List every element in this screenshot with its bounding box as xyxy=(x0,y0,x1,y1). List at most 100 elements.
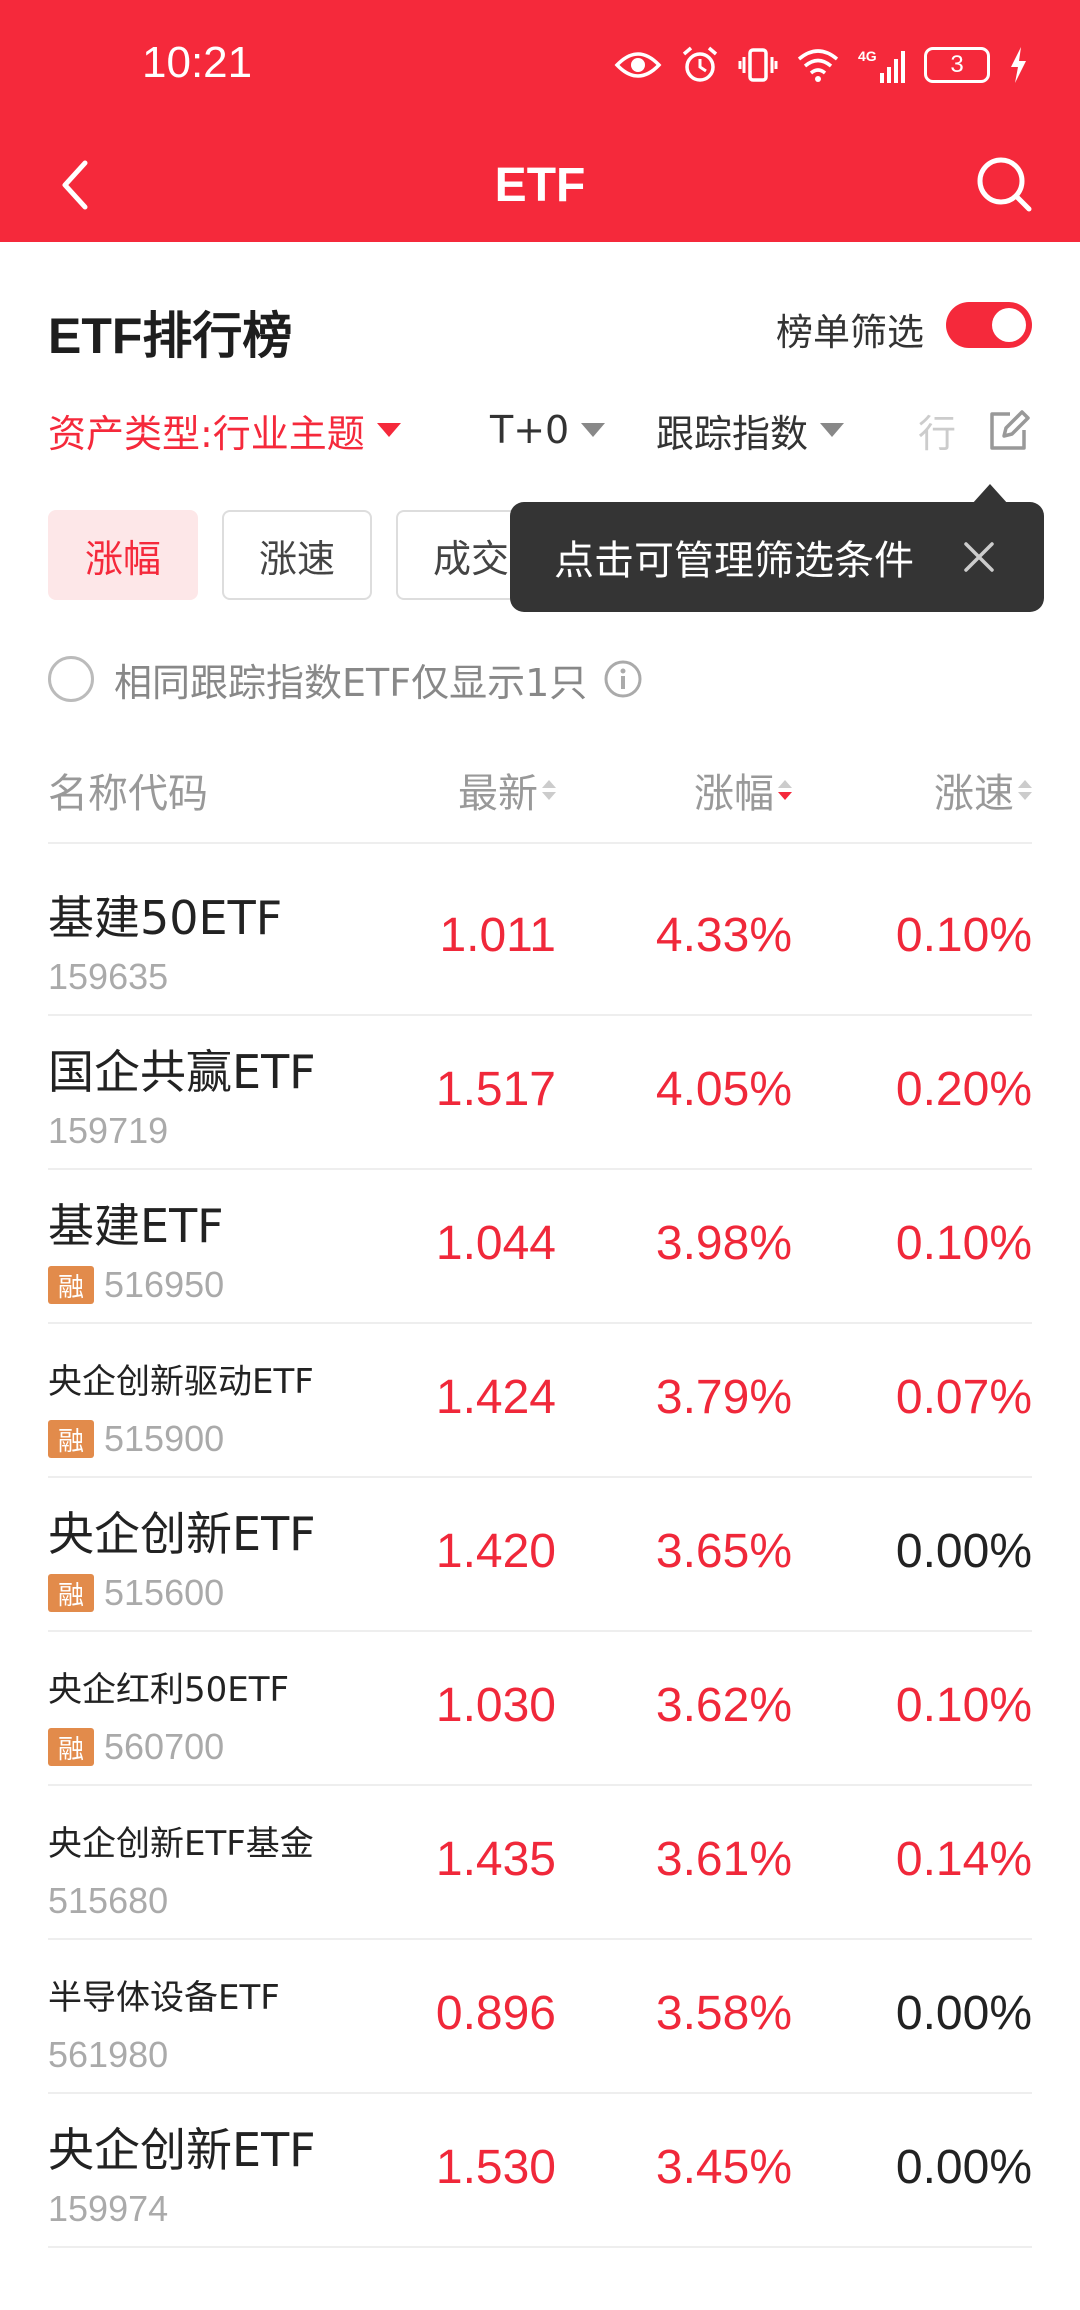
table-row[interactable]: 基建50ETF 159635 1.011 4.33% 0.10% xyxy=(48,862,1032,1016)
etf-name: 基建50ETF xyxy=(48,891,283,945)
sort-indicator-icon xyxy=(542,780,556,800)
table-row[interactable]: 央企创新ETF基金 515680 1.435 3.61% 0.14% xyxy=(48,1786,1032,1940)
etf-change: 3.45% xyxy=(655,2141,792,2194)
etf-speed: 0.20% xyxy=(895,1063,1032,1116)
etf-speed: 0.00% xyxy=(895,2141,1032,2194)
etf-price: 1.435 xyxy=(435,1833,556,1886)
filter-industry-label: 行 xyxy=(918,411,957,456)
etf-price: 0.896 xyxy=(435,1987,556,2040)
etf-code: 515600 xyxy=(104,1572,225,1613)
etf-code: 560700 xyxy=(104,1726,225,1767)
nav-bar: ETF xyxy=(0,130,1080,242)
etf-code-line: 159635 xyxy=(48,956,168,998)
search-button[interactable] xyxy=(966,146,1042,222)
filter-t0-label: T+0 xyxy=(490,408,570,452)
status-icons: 4G 3 xyxy=(614,40,1028,90)
etf-code: 561980 xyxy=(48,2034,169,2075)
etf-speed: 0.07% xyxy=(895,1371,1032,1424)
battery-icon: 3 xyxy=(924,47,990,83)
ranking-title: ETF排行榜 xyxy=(48,308,293,364)
alarm-icon xyxy=(680,45,720,85)
filter-industry[interactable]: 行 xyxy=(918,400,956,460)
etf-name: 央企创新ETF xyxy=(48,1507,316,1561)
wifi-icon xyxy=(796,47,840,83)
close-icon xyxy=(964,542,994,572)
etf-speed: 0.14% xyxy=(895,1833,1032,1886)
etf-code-line: 融 515600 xyxy=(48,1572,224,1614)
etf-speed: 0.10% xyxy=(895,1217,1032,1270)
chip-change[interactable]: 涨幅 xyxy=(48,510,198,600)
edit-filters-button[interactable] xyxy=(984,408,1032,456)
table-row[interactable]: 央企创新ETF 融 515600 1.420 3.65% 0.00% xyxy=(48,1478,1032,1632)
etf-price: 1.420 xyxy=(435,1525,556,1578)
page-title: ETF xyxy=(494,159,586,212)
search-icon xyxy=(977,157,1032,212)
etf-code-line: 159974 xyxy=(48,2188,168,2230)
etf-code: 515900 xyxy=(104,1418,225,1459)
margin-badge: 融 xyxy=(48,1728,94,1766)
etf-code: 159635 xyxy=(48,956,169,997)
charging-icon xyxy=(1008,45,1028,85)
table-row[interactable]: 央企创新驱动ETF 融 515900 1.424 3.79% 0.07% xyxy=(48,1324,1032,1478)
etf-price: 1.517 xyxy=(435,1063,556,1116)
etf-speed: 0.00% xyxy=(895,1525,1032,1578)
caret-down-icon xyxy=(376,423,401,437)
etf-change: 4.05% xyxy=(655,1063,792,1116)
etf-code-line: 159719 xyxy=(48,1110,168,1152)
etf-speed: 0.10% xyxy=(895,909,1032,962)
header-price[interactable]: 最新 xyxy=(458,760,556,820)
etf-name: 央企红利50ETF xyxy=(48,1670,290,1710)
tooltip-arrow xyxy=(972,484,1008,504)
table-row[interactable]: 国企共赢ETF 159719 1.517 4.05% 0.20% xyxy=(48,1016,1032,1170)
info-icon[interactable] xyxy=(603,659,643,699)
filter-asset-type-label: 资产类型:行业主题 xyxy=(48,411,365,456)
table-row[interactable]: 央企创新ETF 159974 1.530 3.45% 0.00% xyxy=(48,2094,1032,2248)
etf-speed: 0.00% xyxy=(895,1987,1032,2040)
margin-badge: 融 xyxy=(48,1420,94,1458)
sort-desc-icon xyxy=(778,780,792,800)
dedup-radio[interactable] xyxy=(48,656,94,702)
header-divider xyxy=(48,842,1032,844)
caret-down-icon xyxy=(581,423,606,437)
etf-code: 159719 xyxy=(48,1110,169,1151)
header-name: 名称代码 xyxy=(48,760,208,820)
status-bar: 10:21 4G 3 xyxy=(0,0,1080,130)
margin-badge: 融 xyxy=(48,1266,94,1304)
etf-change: 3.98% xyxy=(655,1217,792,1270)
sort-indicator-icon xyxy=(1018,780,1032,800)
etf-name: 央企创新ETF xyxy=(48,2123,316,2177)
header-change[interactable]: 涨幅 xyxy=(694,760,792,820)
etf-code: 159974 xyxy=(48,2188,169,2229)
dedup-option[interactable]: 相同跟踪指数ETF仅显示1只 xyxy=(48,654,643,705)
header-price-label: 最新 xyxy=(458,771,538,817)
etf-code-line: 561980 xyxy=(48,2034,168,2076)
filter-manage-tooltip: 点击可管理筛选条件 xyxy=(510,502,1044,612)
header-speed[interactable]: 涨速 xyxy=(934,760,1032,820)
filter-t0[interactable]: T+0 xyxy=(490,400,606,460)
cellular-signal-icon: 4G xyxy=(858,45,906,85)
table-row[interactable]: 央企红利50ETF 融 560700 1.030 3.62% 0.10% xyxy=(48,1632,1032,1786)
filter-asset-type[interactable]: 资产类型:行业主题 xyxy=(48,400,401,460)
etf-code-line: 融 516950 xyxy=(48,1264,224,1306)
filter-toggle-label: 榜单筛选 xyxy=(776,311,924,354)
etf-price: 1.011 xyxy=(439,909,556,962)
filter-tracking-index[interactable]: 跟踪指数 xyxy=(656,400,845,460)
chip-speed[interactable]: 涨速 xyxy=(222,510,372,600)
header-change-label: 涨幅 xyxy=(694,771,774,817)
filter-toggle-switch[interactable] xyxy=(946,302,1032,348)
filter-row: 资产类型:行业主题 T+0 跟踪指数 行 xyxy=(48,400,1032,460)
header-name-label: 名称代码 xyxy=(48,771,208,817)
etf-name: 央企创新ETF基金 xyxy=(48,1824,314,1864)
etf-change: 3.61% xyxy=(655,1833,792,1886)
tooltip-close-button[interactable] xyxy=(958,536,1000,578)
etf-code-line: 融 515900 xyxy=(48,1418,224,1460)
etf-price: 1.044 xyxy=(435,1217,556,1270)
table-row[interactable]: 基建ETF 融 516950 1.044 3.98% 0.10% xyxy=(48,1170,1032,1324)
filter-tracking-index-label: 跟踪指数 xyxy=(656,411,809,456)
etf-list: 基建50ETF 159635 1.011 4.33% 0.10% 国企共赢ETF 15971… xyxy=(48,862,1032,2248)
etf-name: 基建ETF xyxy=(48,1199,224,1253)
header-speed-label: 涨速 xyxy=(934,771,1014,817)
table-row[interactable]: 半导体设备ETF 561980 0.896 3.58% 0.00% xyxy=(48,1940,1032,2094)
app-header: 10:21 4G 3 ETF xyxy=(0,0,1080,242)
tooltip-text: 点击可管理筛选条件 xyxy=(554,538,914,584)
